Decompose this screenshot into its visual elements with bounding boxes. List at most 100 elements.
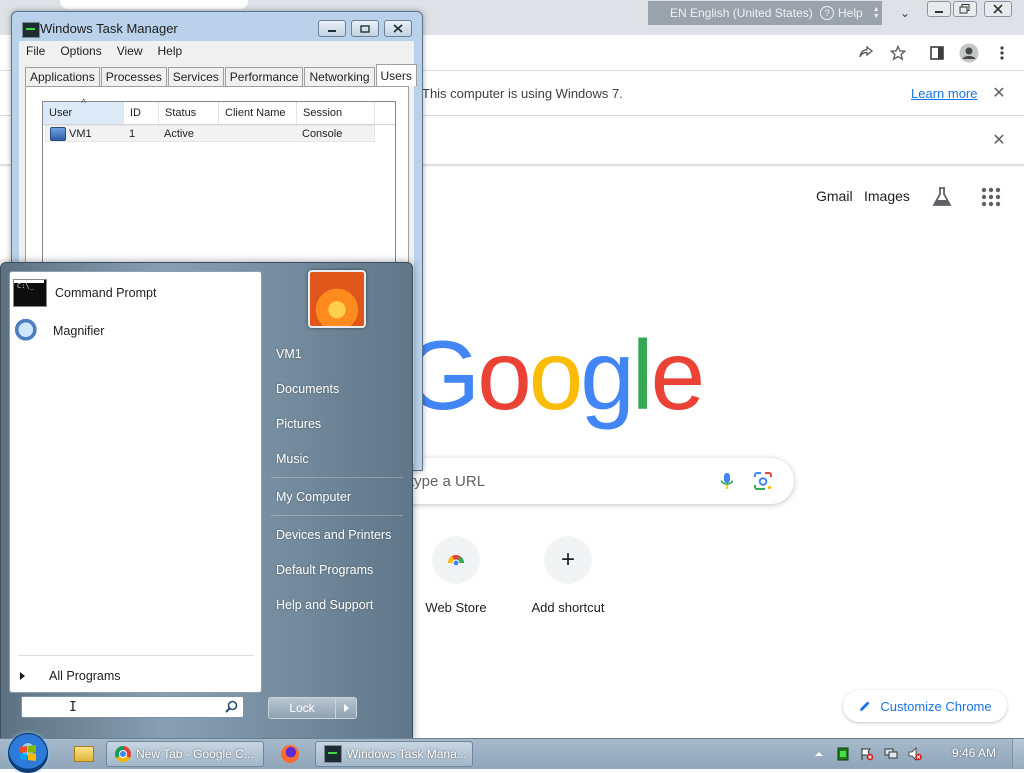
images-link[interactable]: Images — [864, 188, 910, 204]
help-label: Help — [838, 6, 863, 20]
column-client-name[interactable]: Client Name — [219, 102, 297, 124]
link-help-and-support[interactable]: Help and Support — [276, 598, 373, 612]
users-list-header: User ID Status Client Name Session — [43, 96, 395, 125]
volume-muted-icon[interactable] — [908, 747, 922, 761]
shutdown-options-arrow-icon[interactable] — [335, 697, 357, 719]
labs-flask-icon[interactable] — [930, 185, 954, 209]
taskbar-explorer-button[interactable] — [64, 741, 104, 767]
menu-help[interactable]: Help — [158, 44, 183, 58]
cell-status: Active — [164, 128, 194, 140]
divider — [271, 515, 403, 516]
task-manager-icon — [22, 22, 40, 38]
windows-logo-icon — [20, 745, 36, 761]
gmail-link[interactable]: Gmail — [816, 188, 853, 204]
program-command-prompt[interactable]: Command Prompt — [13, 276, 253, 310]
side-panel-icon[interactable] — [927, 43, 947, 63]
task-manager-icon — [324, 745, 342, 763]
infobar-close-icon[interactable]: ✕ — [991, 85, 1007, 102]
tm-menu-bar: File Options View Help — [19, 41, 414, 60]
tab-networking[interactable]: Networking — [304, 67, 375, 86]
web-store-icon — [432, 536, 480, 584]
start-button[interactable] — [8, 733, 48, 773]
taskbar-clock[interactable]: 9:46 AM — [952, 746, 996, 760]
task-manager-tray-icon[interactable] — [836, 747, 850, 761]
action-center-flag-icon[interactable] — [860, 747, 874, 761]
learn-more-link[interactable]: Learn more — [911, 86, 977, 101]
link-music[interactable]: Music — [276, 452, 309, 466]
browser-tab[interactable] — [60, 0, 248, 9]
taskbar-chrome-button[interactable]: New Tab - Google C... — [106, 741, 264, 767]
google-logo: Google — [404, 320, 705, 430]
link-pictures[interactable]: Pictures — [276, 417, 321, 431]
minimize-button[interactable] — [927, 1, 951, 17]
table-row[interactable]: VM1 1 Active Console — [45, 125, 375, 142]
tab-search-chevron-icon[interactable]: ⌄ — [897, 6, 913, 22]
minimize-icon — [328, 29, 336, 32]
column-session[interactable]: Session — [297, 102, 375, 124]
user-avatar[interactable] — [308, 270, 366, 328]
logo-letter: o — [528, 320, 583, 430]
shortcut-add[interactable]: + Add shortcut — [512, 536, 624, 615]
search-icon[interactable] — [225, 700, 238, 713]
shortcut-web-store[interactable]: Web Store — [400, 536, 512, 615]
notification-area — [812, 744, 922, 764]
language-bar-options-icon[interactable]: ▲ ▼ — [873, 6, 880, 20]
close-window-button[interactable] — [984, 1, 1012, 17]
chrome-menu-icon[interactable] — [992, 43, 1012, 63]
profile-avatar-icon[interactable] — [959, 43, 979, 63]
language-indicator[interactable]: EN English (United States) — [648, 6, 820, 20]
tab-users[interactable]: Users — [375, 64, 417, 86]
tab-processes[interactable]: Processes — [100, 67, 167, 86]
network-icon[interactable] — [884, 747, 898, 761]
task-manager-title: Windows Task Manager — [40, 21, 178, 36]
close-icon — [993, 4, 1003, 14]
cell-session: Console — [302, 128, 343, 140]
taskbar-firefox-button[interactable] — [270, 741, 310, 767]
divider — [271, 477, 403, 478]
link-devices-and-printers[interactable]: Devices and Printers — [276, 528, 391, 542]
restore-button[interactable] — [953, 1, 977, 17]
tab-services[interactable]: Services — [167, 67, 224, 86]
link-my-computer[interactable]: My Computer — [276, 490, 351, 504]
google-lens-camera-icon[interactable] — [753, 471, 773, 491]
folder-icon — [74, 746, 94, 762]
link-documents[interactable]: Documents — [276, 382, 339, 396]
taskbar-task-manager-button[interactable]: Windows Task Mana... — [315, 741, 473, 767]
menu-view[interactable]: View — [117, 44, 143, 58]
program-magnifier[interactable]: Magnifier — [13, 314, 253, 348]
customize-chrome-button[interactable]: Customize Chrome — [843, 690, 1007, 722]
tab-applications[interactable]: Applications — [25, 67, 100, 86]
lock-button[interactable]: Lock — [268, 697, 336, 719]
chrome-icon — [115, 746, 131, 762]
menu-file[interactable]: File — [26, 44, 45, 58]
link-default-programs[interactable]: Default Programs — [276, 563, 373, 577]
start-menu: Command Prompt Magnifier All Programs I … — [0, 262, 413, 740]
search-placeholder[interactable]: type a URL — [410, 473, 485, 490]
bookmark-star-icon[interactable] — [888, 43, 908, 63]
tm-maximize-button[interactable] — [351, 20, 379, 37]
start-menu-programs-pane: Command Prompt Magnifier All Programs — [9, 271, 262, 693]
restore-icon — [959, 4, 970, 14]
text-cursor-icon: I — [69, 700, 77, 715]
google-apps-icon[interactable] — [979, 185, 1003, 209]
tm-close-button[interactable] — [384, 20, 412, 37]
voice-search-mic-icon[interactable] — [717, 471, 737, 491]
firefox-icon — [281, 745, 299, 763]
all-programs-button[interactable]: All Programs — [20, 669, 121, 683]
cell-id: 1 — [129, 128, 136, 140]
show-desktop-button[interactable] — [1012, 739, 1024, 768]
share-icon[interactable] — [856, 43, 876, 63]
language-help[interactable]: ? Help — [820, 6, 863, 20]
show-hidden-icons-arrow-icon[interactable] — [812, 747, 826, 761]
column-status[interactable]: Status — [159, 102, 219, 124]
start-search-input[interactable]: I — [21, 696, 244, 718]
tab-performance[interactable]: Performance — [224, 67, 304, 86]
second-infobar-close-icon[interactable]: ✕ — [991, 132, 1007, 149]
menu-options[interactable]: Options — [60, 44, 101, 58]
cell-user: VM1 — [46, 126, 125, 142]
link-user-folder[interactable]: VM1 — [276, 347, 302, 361]
column-user[interactable]: User — [43, 96, 124, 124]
column-id[interactable]: ID — [124, 102, 159, 124]
tm-minimize-button[interactable] — [318, 20, 346, 37]
language-bar[interactable]: EN English (United States) ? Help ▲ ▼ — [648, 1, 882, 25]
